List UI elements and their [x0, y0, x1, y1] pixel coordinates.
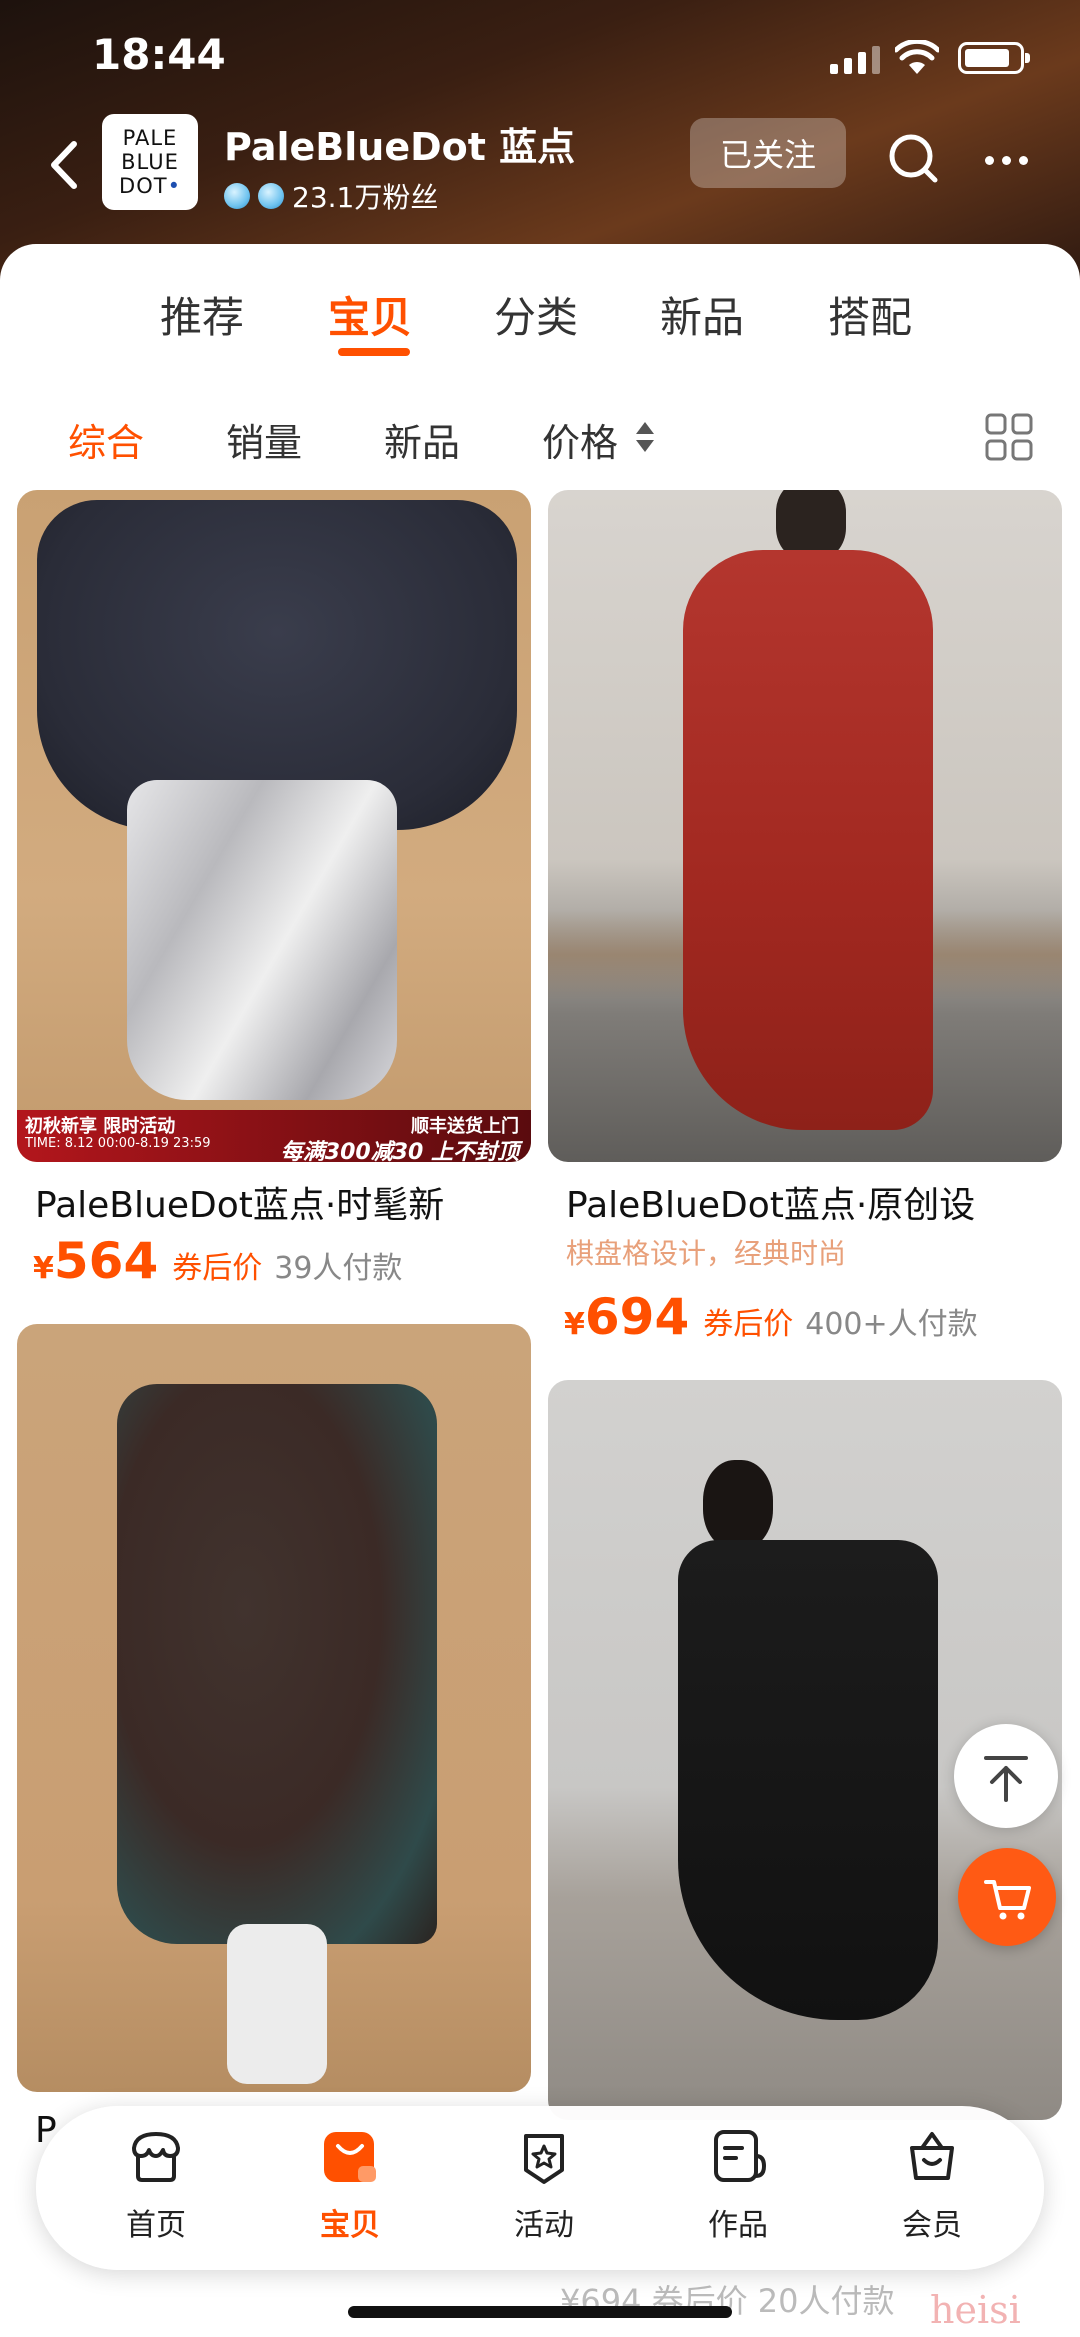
nav-label: 作品: [708, 2208, 768, 2243]
logo-line: DOT•: [119, 174, 181, 198]
price-tag: 券后价: [703, 1307, 794, 1342]
status-bar: 18:44: [0, 0, 1080, 120]
follow-button[interactable]: 已关注: [690, 118, 846, 188]
wifi-icon: [895, 40, 939, 74]
price-row: ¥ 694 券后价 400+人付款: [564, 1288, 978, 1346]
skirt-graphic: [127, 780, 397, 1100]
promo-banner-time: TIME: 8.12 00:00-8.19 23:59: [25, 1136, 211, 1151]
product-card[interactable]: PaleBlueDot蓝点·原创设 棋盘格设计，经典时尚 ¥ 694 券后价 4…: [548, 490, 1062, 1380]
tab-categories[interactable]: 分类: [494, 284, 578, 345]
bottom-navigation: 首页 宝贝 活动 作品 会员: [36, 2106, 1044, 2270]
promo-banner: 初秋新享 限时活动 TIME: 8.12 00:00-8.19 23:59 顺丰…: [17, 1110, 531, 1162]
works-document-icon: [714, 2130, 767, 2182]
logo-line: PALE: [122, 126, 178, 150]
shop-tabs: 推荐 宝贝 分类 新品 搭配: [0, 284, 1080, 364]
nav-label: 首页: [126, 2208, 186, 2243]
nav-label: 宝贝: [320, 2208, 380, 2243]
nav-item-home[interactable]: 首页: [86, 2126, 226, 2256]
cart-icon: [984, 1880, 1031, 1920]
nav-item-events[interactable]: 活动: [474, 2126, 614, 2256]
nav-item-works[interactable]: 作品: [668, 2126, 808, 2256]
price-tag: 券后价: [172, 1251, 263, 1286]
sort-sales[interactable]: 销量: [226, 412, 302, 467]
fans-count: 23.1万粉丝: [224, 176, 438, 216]
tab-recommend[interactable]: 推荐: [160, 284, 244, 345]
event-star-icon: [524, 2134, 564, 2184]
more-options-icon[interactable]: [985, 140, 1045, 180]
sort-overall[interactable]: 综合: [68, 412, 144, 467]
sort-new[interactable]: 新品: [384, 412, 460, 467]
product-feed: 初秋新享 限时活动 TIME: 8.12 00:00-8.19 23:59 顺丰…: [0, 490, 1080, 2337]
model-head-graphic: [703, 1460, 773, 1550]
tab-new-arrivals[interactable]: 新品: [660, 284, 744, 345]
skirt-graphic: [117, 1384, 437, 1944]
back-to-top-icon: [984, 1756, 1028, 1802]
sold-count: 39人付款: [274, 1251, 403, 1286]
sort-arrows-icon[interactable]: [634, 416, 656, 458]
member-bag-icon: [910, 2132, 954, 2180]
back-arrow-icon[interactable]: [36, 130, 96, 200]
status-time: 18:44: [92, 30, 226, 79]
product-subtitle: 棋盘格设计，经典时尚: [566, 1237, 847, 1270]
watermark-text: heisi: [930, 2288, 1021, 2332]
product-card[interactable]: P: [17, 1324, 531, 2184]
price-row: ¥ 564 券后价 39人付款: [33, 1232, 402, 1290]
product-price: 694: [584, 1288, 690, 1346]
battery-icon: [958, 42, 1030, 74]
nav-item-members[interactable]: 会员: [862, 2126, 1002, 2256]
product-image[interactable]: 初秋新享 限时活动 TIME: 8.12 00:00-8.19 23:59 顺丰…: [17, 490, 531, 1162]
crown-badge-icon: [224, 183, 250, 209]
fans-label: 23.1万粉丝: [292, 181, 439, 214]
nav-label: 活动: [514, 2208, 574, 2243]
product-card[interactable]: 初秋新享 限时活动 TIME: 8.12 00:00-8.19 23:59 顺丰…: [17, 490, 531, 1320]
promo-banner-left: 初秋新享 限时活动: [25, 1116, 176, 1137]
product-title[interactable]: PaleBlueDot蓝点·原创设: [566, 1176, 1076, 1228]
nav-label: 会员: [902, 2208, 962, 2243]
signal-icon: [830, 46, 880, 74]
crown-badge-icon: [258, 183, 284, 209]
shop-logo[interactable]: PALE BLUE DOT•: [102, 114, 198, 210]
currency-symbol: ¥: [564, 1307, 585, 1342]
product-image[interactable]: [548, 490, 1062, 1162]
cart-button[interactable]: [958, 1848, 1056, 1946]
promo-banner-offer: 每满300减30 上不封顶: [280, 1140, 519, 1162]
dress-graphic: [678, 1540, 938, 2020]
currency-symbol: ¥: [33, 1251, 54, 1286]
logo-line: BLUE: [121, 150, 179, 174]
legs-graphic: [227, 1924, 327, 2084]
storefront-icon: [132, 2132, 180, 2182]
search-icon[interactable]: [885, 130, 941, 186]
sort-bar: 综合 销量 新品 价格: [0, 412, 1080, 482]
grid-view-icon[interactable]: [984, 412, 1034, 462]
sort-price[interactable]: 价格: [542, 412, 618, 467]
tab-products[interactable]: 宝贝: [328, 284, 412, 345]
home-indicator: [348, 2306, 732, 2318]
nav-item-products[interactable]: 宝贝: [280, 2126, 420, 2256]
dress-graphic: [683, 550, 933, 1130]
active-tab-indicator: [338, 348, 410, 356]
shopping-bag-icon: [324, 2132, 376, 2182]
shop-name[interactable]: PaleBlueDot 蓝点: [224, 116, 575, 171]
product-title[interactable]: PaleBlueDot蓝点·时髦新: [35, 1176, 545, 1228]
shop-header: PALE BLUE DOT• PaleBlueDot 蓝点 23.1万粉丝 已关…: [0, 110, 1080, 240]
tab-outfits[interactable]: 搭配: [828, 284, 912, 345]
product-price: 564: [53, 1232, 159, 1290]
sold-count: 400+人付款: [805, 1307, 978, 1342]
product-image[interactable]: [17, 1324, 531, 2092]
back-to-top-button[interactable]: [954, 1724, 1058, 1828]
